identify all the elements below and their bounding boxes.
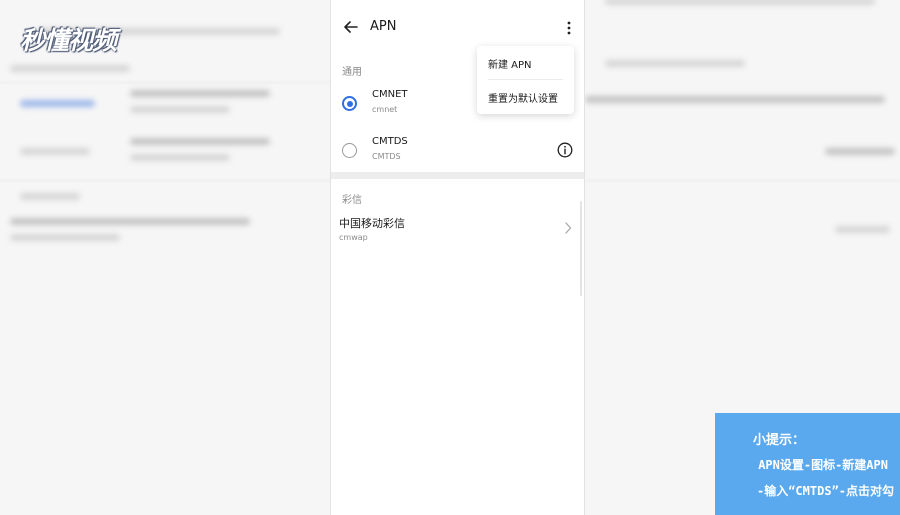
- apn-value: cmnet: [372, 105, 398, 114]
- logo: 秒懂视频: [20, 26, 117, 55]
- tip-line-2: -输入“CMTDS”-点击对勾: [756, 484, 894, 498]
- scrollbar[interactable]: [580, 201, 582, 296]
- more-vertical-icon[interactable]: [565, 20, 573, 36]
- apn-value: cmwap: [339, 233, 368, 242]
- overflow-menu: 新建 APN 重置为默认设置: [477, 46, 574, 114]
- tip-box: 小提示： APN设置-图标-新建APN -输入“CMTDS”-点击对勾: [715, 413, 900, 515]
- apn-settings-screen: APN 通用 CMNET cmnet CMTDS CMTDS 彩信 中国移动彩信…: [330, 0, 585, 515]
- apn-name: CMTDS: [372, 136, 408, 147]
- arrow-left-icon[interactable]: [343, 19, 359, 35]
- apn-name: 中国移动彩信: [339, 217, 405, 230]
- menu-item-new-apn[interactable]: 新建 APN: [477, 46, 574, 80]
- menu-item-reset-default[interactable]: 重置为默认设置: [477, 80, 574, 114]
- apn-value: CMTDS: [372, 152, 401, 161]
- info-icon[interactable]: [557, 142, 573, 158]
- apn-item-cmtds[interactable]: CMTDS CMTDS: [331, 127, 584, 173]
- section-label-general: 通用: [342, 67, 362, 78]
- section-divider: [331, 172, 584, 179]
- page-title: APN: [370, 19, 397, 34]
- tip-heading: 小提示：: [753, 433, 806, 448]
- apn-name: CMNET: [372, 89, 408, 100]
- radio-unselected[interactable]: [342, 143, 357, 158]
- chevron-right-icon: [565, 222, 572, 234]
- section-label-mms: 彩信: [342, 195, 362, 206]
- background-left-pane: [0, 0, 330, 515]
- radio-selected[interactable]: [342, 96, 357, 111]
- tip-line-1: APN设置-图标-新建APN: [758, 458, 888, 472]
